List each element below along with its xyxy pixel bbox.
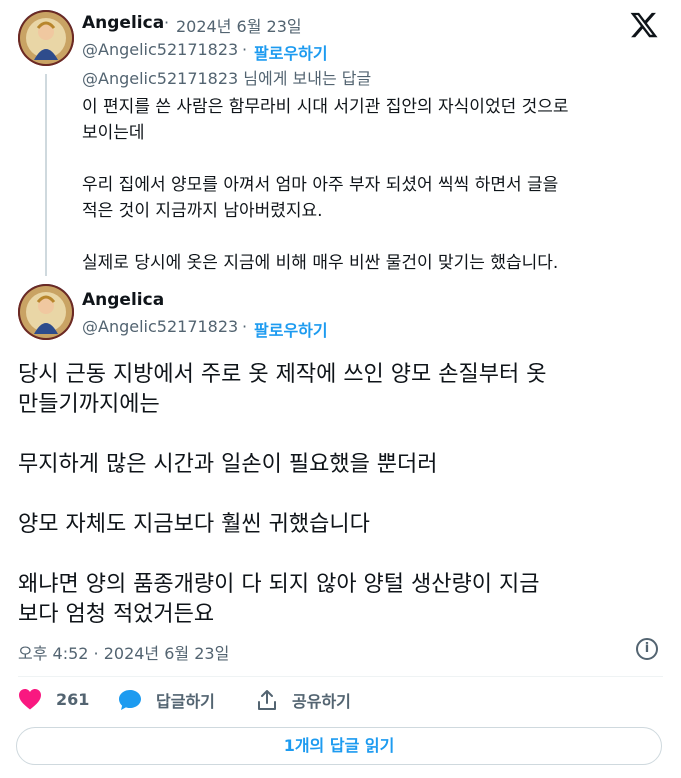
avatar-image [18, 284, 74, 340]
reply-author-name[interactable]: Angelica [82, 13, 164, 33]
reply-text-line: 우리 집에서 양모를 아껴서 엄마 아주 부자 되셨어 씩씩 하면서 글을 [82, 175, 559, 195]
reply-separator: · [164, 13, 170, 32]
tweet-timestamp[interactable]: 오후 4:52 · 2024년 6월 23일 [18, 640, 229, 664]
reply-text-line: 실제로 당시에 옷은 지금에 비해 매우 비싼 물건이 맞기는 했습니다. [82, 253, 559, 273]
reply-author-handle[interactable]: @Angelic52171823 [82, 40, 238, 59]
divider [18, 676, 663, 677]
reply-text-line: 이 편지를 쓴 사람은 함무라비 시대 서기관 집안의 자식이었던 것으로 [82, 97, 569, 117]
reply-text-line: 보이는데 [82, 123, 145, 143]
share-icon [258, 690, 276, 710]
main-author-name[interactable]: Angelica [82, 290, 164, 310]
avatar[interactable] [18, 10, 74, 66]
info-icon[interactable]: i [636, 638, 658, 660]
main-follow-button[interactable]: 팔로우하기 [254, 317, 328, 341]
reply-to-handle[interactable]: @Angelic52171823 [82, 69, 238, 88]
like-button[interactable]: 261 [18, 688, 89, 710]
main-tweet-text: 당시 근동 지방에서 주로 옷 제작에 쓰인 양모 손질부터 옷 만들기까지에는… [18, 360, 668, 630]
avatar-image [18, 10, 74, 66]
reply-button[interactable]: 답글하기 [118, 688, 215, 712]
main-text-line: 무지하게 많은 시간과 일손이 필요했을 뿐더러 [18, 452, 438, 477]
heart-icon [19, 689, 41, 710]
read-replies-button[interactable]: 1개의 답글 읽기 [16, 727, 662, 765]
handle-separator: · [242, 40, 248, 59]
main-text-line: 만들기까지에는 [18, 392, 160, 417]
reply-to-line: @Angelic52171823 님에게 보내는 답글 [82, 65, 371, 89]
avatar[interactable] [18, 284, 74, 340]
main-text-line: 왜냐면 양의 품종개량이 다 되지 않아 양털 생산량이 지금 [18, 572, 540, 597]
handle-separator: · [242, 317, 248, 336]
reply-to-suffix: 님에게 보내는 답글 [238, 69, 372, 88]
reply-tweet-text: 이 편지를 쓴 사람은 함무라비 시대 서기관 집안의 자식이었던 것으로 보이… [82, 94, 662, 276]
reply-text-line: 적은 것이 지금까지 남아버렸지요. [82, 201, 323, 221]
speech-bubble-icon [119, 690, 141, 710]
like-count: 261 [56, 689, 90, 709]
reply-label: 답글하기 [156, 692, 215, 711]
reply-date[interactable]: 2024년 6월 23일 [176, 13, 302, 37]
main-text-line: 양모 자체도 지금보다 훨씬 귀했습니다 [18, 512, 370, 537]
share-label: 공유하기 [292, 692, 351, 711]
main-author-handle[interactable]: @Angelic52171823 [82, 317, 238, 336]
x-logo-icon[interactable] [628, 10, 660, 40]
share-button[interactable]: 공유하기 [256, 688, 351, 712]
main-text-line: 보다 엄청 적었거든요 [18, 602, 215, 627]
thread-connector-line [45, 74, 47, 276]
main-text-line: 당시 근동 지방에서 주로 옷 제작에 쓰인 양모 손질부터 옷 [18, 362, 547, 387]
reply-follow-button[interactable]: 팔로우하기 [254, 40, 328, 64]
